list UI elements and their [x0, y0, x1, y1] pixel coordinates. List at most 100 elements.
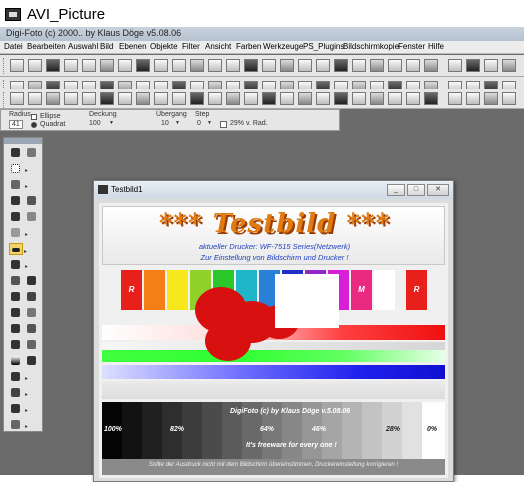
canvas-size-icon[interactable]: [190, 92, 204, 105]
hand-icon[interactable]: [262, 59, 276, 72]
bucket-tool-icon[interactable]: [25, 291, 39, 303]
menu-ebenen[interactable]: Ebenen: [119, 42, 147, 51]
brush-tool-icon[interactable]: ▸: [9, 243, 27, 255]
sharpen-tool-icon[interactable]: ▸: [9, 371, 28, 383]
feather-tool-icon[interactable]: ▸: [9, 227, 28, 239]
menu-bearbeiten[interactable]: Bearbeiten: [27, 42, 66, 51]
menu-ps-plugins[interactable]: PS_Plugins: [303, 42, 344, 51]
sharpen-icon[interactable]: [406, 59, 420, 72]
zoom-out-icon[interactable]: [448, 92, 462, 105]
print-icon[interactable]: [100, 59, 114, 72]
menu-bildschirmkopie[interactable]: Bildschirmkopie: [343, 42, 399, 51]
brightness-icon[interactable]: [388, 59, 402, 72]
deselect-icon[interactable]: [136, 92, 150, 105]
frame-extract-icon[interactable]: [280, 92, 294, 105]
contrast-icon[interactable]: [334, 59, 348, 72]
percent-checkbox[interactable]: [220, 121, 227, 128]
clone-tool-icon[interactable]: ▸: [9, 259, 28, 271]
minimize-button[interactable]: _: [387, 184, 405, 196]
copy-icon[interactable]: [64, 92, 78, 105]
burn-tool-icon[interactable]: [25, 323, 39, 335]
open-file-icon[interactable]: [28, 59, 42, 72]
undo-icon[interactable]: [10, 92, 24, 105]
copy-page-icon[interactable]: [172, 59, 186, 72]
cut-icon[interactable]: [46, 92, 60, 105]
menu-filter[interactable]: Filter: [182, 42, 200, 51]
slideshow-icon[interactable]: [316, 92, 330, 105]
uebergang-value[interactable]: 10: [161, 120, 169, 127]
redeye-tool-icon[interactable]: ▸: [9, 419, 28, 431]
sponge-tool-icon[interactable]: [25, 307, 39, 319]
smudge-tool-icon[interactable]: [25, 275, 39, 287]
invert-selection-icon[interactable]: [154, 92, 168, 105]
menu-bild[interactable]: Bild: [100, 42, 113, 51]
delete-icon[interactable]: [100, 92, 114, 105]
redo-icon[interactable]: [28, 92, 42, 105]
pencil-tool-icon[interactable]: [9, 291, 23, 303]
select-all-icon[interactable]: [118, 92, 132, 105]
step-value[interactable]: 0: [197, 120, 201, 127]
resize-icon[interactable]: [172, 92, 186, 105]
menu-hilfe[interactable]: Hilfe: [428, 42, 444, 51]
zoom-actual-icon[interactable]: [502, 92, 516, 105]
email-icon[interactable]: [334, 92, 348, 105]
shape-tool-icon[interactable]: [25, 339, 39, 351]
crop-tool-icon[interactable]: [25, 195, 39, 207]
calendar-icon[interactable]: [406, 92, 420, 105]
card-icon[interactable]: [424, 92, 438, 105]
toolbar-grip[interactable]: [3, 58, 6, 74]
layer-icon[interactable]: [190, 59, 204, 72]
frame-icon[interactable]: [208, 59, 222, 72]
marquee-tool-icon[interactable]: ▸: [9, 163, 28, 175]
lasso-tool-icon[interactable]: ▸: [9, 179, 28, 191]
stamp-tool-icon[interactable]: ▸: [9, 387, 28, 399]
dodge-tool-icon[interactable]: [9, 323, 23, 335]
retouch-tool-icon[interactable]: [25, 355, 39, 367]
paste-icon[interactable]: [82, 92, 96, 105]
crop-icon[interactable]: [226, 59, 240, 72]
guide-icon[interactable]: [244, 92, 258, 105]
airbrush-tool-icon[interactable]: ▸: [9, 403, 28, 415]
camera-import-icon[interactable]: [64, 59, 78, 72]
zoom-icon[interactable]: [244, 59, 258, 72]
thumbnail-icon[interactable]: [370, 92, 384, 105]
new-file-icon[interactable]: [10, 59, 24, 72]
web-icon[interactable]: [352, 92, 366, 105]
step-spin-icon[interactable]: ▼: [207, 120, 212, 126]
palette-icon[interactable]: [370, 59, 384, 72]
color-wheel-icon[interactable]: [352, 59, 366, 72]
uebergang-spin-icon[interactable]: ▼: [175, 120, 180, 126]
move-tool-icon[interactable]: [25, 211, 39, 223]
radius-input[interactable]: 41: [9, 120, 23, 129]
zoom-fit-icon[interactable]: [484, 92, 498, 105]
gradient-tool-icon[interactable]: [9, 355, 23, 367]
deckung-value[interactable]: 100: [89, 120, 101, 127]
wand-tool-icon[interactable]: [9, 195, 23, 207]
blur-icon[interactable]: [424, 59, 438, 72]
menu-werkzeuge[interactable]: Werkzeuge: [263, 42, 303, 51]
film-icon[interactable]: [136, 59, 150, 72]
menu-auswahl[interactable]: Auswahl: [68, 42, 98, 51]
dropper-tool-icon[interactable]: [9, 307, 23, 319]
save-icon[interactable]: [82, 59, 96, 72]
eraser-tool-icon[interactable]: [9, 275, 23, 287]
settings-icon[interactable]: [484, 59, 498, 72]
menu-fenster[interactable]: Fenster: [398, 42, 425, 51]
quadrat-radio[interactable]: [31, 122, 37, 128]
video-icon[interactable]: [262, 92, 276, 105]
document-titlebar[interactable]: Testbild1 _ □ ✕: [94, 181, 453, 199]
menu-objekte[interactable]: Objekte: [150, 42, 178, 51]
ellipse-radio[interactable]: [31, 114, 37, 120]
mirror-icon[interactable]: [316, 59, 330, 72]
toolbox-header[interactable]: [4, 138, 42, 144]
monitor-icon[interactable]: [466, 59, 480, 72]
menu-datei[interactable]: Datei: [4, 42, 23, 51]
batch-icon[interactable]: [298, 92, 312, 105]
zoom-in-icon[interactable]: [466, 92, 480, 105]
print-preview-icon[interactable]: [118, 59, 132, 72]
ruler-icon[interactable]: [226, 92, 240, 105]
rotate-icon[interactable]: [280, 59, 294, 72]
exit-icon[interactable]: [502, 59, 516, 72]
close-button[interactable]: ✕: [427, 184, 449, 196]
text-tool-icon[interactable]: [9, 211, 23, 223]
